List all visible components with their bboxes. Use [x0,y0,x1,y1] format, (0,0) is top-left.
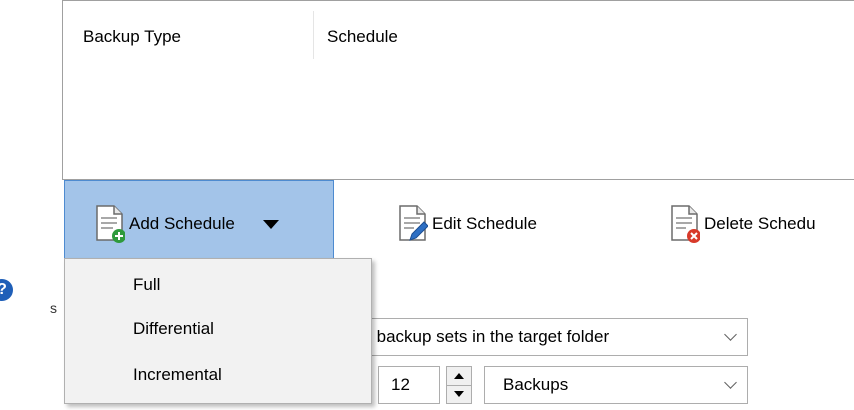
chevron-down-icon [724,376,737,389]
add-schedule-menu: Full Differential Incremental [64,258,372,404]
dropdown-arrow-icon[interactable] [262,219,279,229]
help-icon[interactable]: ? [0,279,13,301]
retention-label-fragment: s [50,300,57,316]
delete-schedule-label: Delete Schedu [704,214,816,233]
backup-units-value: Backups [503,375,569,394]
menu-item-full[interactable]: Full [133,275,160,295]
column-header-backup-type[interactable]: Backup Type [83,27,181,47]
edit-schedule-label: Edit Schedule [432,214,537,233]
backup-sets-value: ng backup sets in the target folder [353,327,610,346]
backup-count-value: 12 [391,375,410,394]
add-schedule-button[interactable]: Add Schedule [64,180,334,268]
backup-units-select[interactable]: Backups [484,366,748,404]
chevron-down-icon [724,328,737,341]
spin-down-button[interactable] [447,385,471,403]
delete-schedule-button[interactable]: Delete Schedu [660,180,854,268]
arrow-up-icon [454,373,464,379]
add-document-icon [96,205,125,243]
edit-schedule-button[interactable]: Edit Schedule [390,180,620,268]
delete-document-icon [671,205,700,243]
column-header-schedule[interactable]: Schedule [327,27,398,47]
backup-sets-select[interactable]: ng backup sets in the target folder [330,318,748,356]
backup-count-spinner[interactable] [446,366,472,404]
menu-item-differential[interactable]: Differential [133,319,214,339]
column-separator [313,11,314,59]
menu-item-incremental[interactable]: Incremental [133,365,222,385]
add-schedule-label: Add Schedule [129,214,235,233]
backup-count-input[interactable]: 12 [378,366,440,404]
schedule-list[interactable]: Backup Type Schedule [62,0,854,180]
edit-document-icon [399,205,428,241]
arrow-down-icon [454,391,464,397]
spin-up-button[interactable] [447,367,471,386]
